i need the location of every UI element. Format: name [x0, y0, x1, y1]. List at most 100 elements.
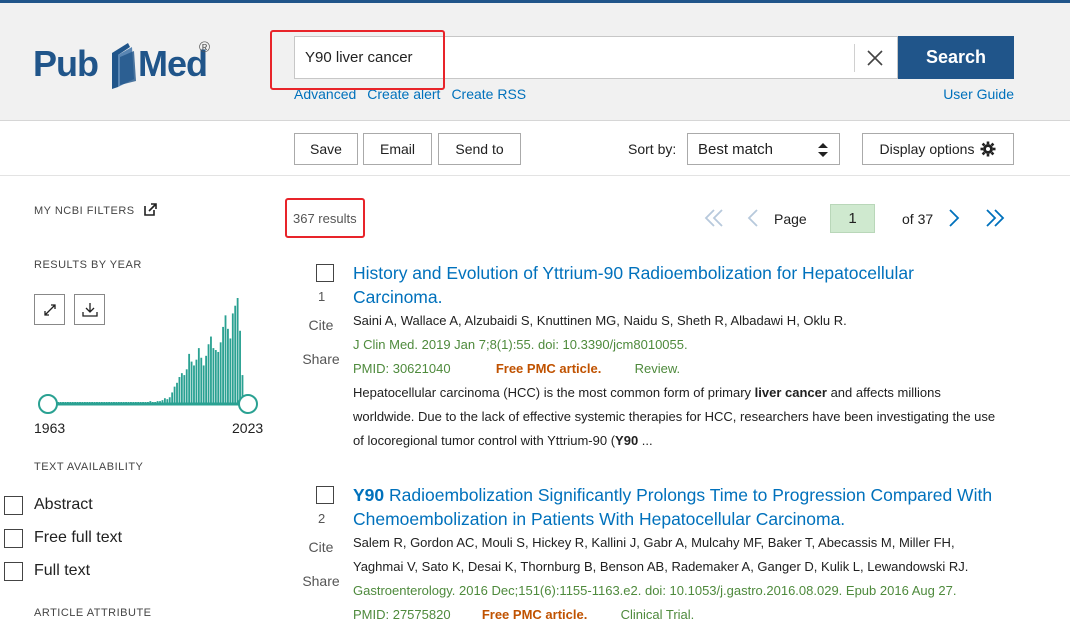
timeline-bar[interactable] — [212, 348, 215, 404]
send-to-button[interactable]: Send to — [438, 133, 521, 165]
timeline-bar[interactable] — [234, 305, 237, 404]
user-guide-link[interactable]: User Guide — [943, 86, 1014, 102]
timeline-bar[interactable] — [188, 353, 191, 404]
results-by-year-chart[interactable] — [34, 290, 264, 420]
timeline-bar[interactable] — [227, 328, 229, 404]
timeline-bar[interactable] — [229, 338, 232, 404]
timeline-start-handle[interactable] — [38, 394, 58, 414]
save-button[interactable]: Save — [294, 133, 358, 165]
article-type: Clinical Trial. — [620, 607, 695, 622]
timeline-bar[interactable] — [190, 361, 193, 404]
timeline-bar[interactable] — [171, 392, 174, 404]
result-title-link[interactable]: Y90 Radioembolization Significantly Prol… — [353, 483, 993, 531]
gear-icon — [980, 141, 996, 157]
display-options-label: Display options — [879, 141, 975, 157]
sort-arrows-icon — [818, 143, 828, 157]
timeline-bar[interactable] — [183, 375, 186, 404]
timeline-bar[interactable] — [224, 315, 227, 404]
result-authors: Salem R, Gordon AC, Mouli S, Hickey R, K… — [353, 535, 955, 550]
timeline-bar[interactable] — [195, 359, 198, 404]
search-button[interactable]: Search — [898, 36, 1014, 79]
filter-abstract[interactable]: Abstract — [4, 494, 93, 516]
timeline-bar[interactable] — [222, 326, 224, 404]
filter-full-text[interactable]: Full text — [4, 560, 90, 582]
checkbox[interactable] — [4, 495, 23, 515]
result-pmid: PMID: 30621040 — [353, 361, 451, 376]
result-checkbox[interactable] — [316, 264, 334, 282]
timeline-bar[interactable] — [202, 365, 205, 404]
highlight-box-results-count — [285, 198, 365, 238]
previous-page-icon[interactable] — [745, 207, 761, 229]
timeline-bar[interactable] — [236, 298, 239, 404]
timeline-bar[interactable] — [193, 365, 195, 404]
logo-book-icon — [112, 43, 136, 89]
last-page-icon[interactable] — [984, 207, 1006, 229]
header: Pub Med ® Search AdvancedCreate alertCre… — [0, 3, 1070, 121]
article-attribute-heading: ARTICLE ATTRIBUTE — [34, 607, 152, 619]
first-page-icon[interactable] — [703, 207, 725, 229]
timeline-bar[interactable] — [217, 351, 220, 404]
article-type: Review. — [634, 361, 681, 376]
timeline-bar[interactable] — [197, 348, 200, 404]
cite-button[interactable]: Cite — [296, 539, 346, 555]
timeline-bar[interactable] — [219, 342, 222, 404]
page-number-input[interactable]: 1 — [830, 204, 875, 233]
timeline-bar[interactable] — [214, 350, 217, 404]
checkbox[interactable] — [4, 561, 23, 581]
create-rss-link[interactable]: Create RSS — [451, 86, 526, 102]
pubmed-logo[interactable]: Pub Med ® — [33, 39, 223, 93]
sort-by-label: Sort by: — [628, 141, 677, 157]
filter-label: Full text — [34, 562, 91, 579]
result-snippet: Hepatocellular carcinoma (HCC) is the mo… — [353, 385, 996, 448]
title-text: History and Evolution of Yttrium-90 Radi… — [353, 263, 914, 307]
result-authors: Saini A, Wallace A, Alzubaidi S, Knuttin… — [353, 313, 847, 328]
result-number: 1 — [318, 289, 326, 304]
timeline-end-year: 2023 — [232, 420, 264, 436]
display-options-button[interactable]: Display options — [862, 133, 1014, 165]
search-divider — [854, 44, 855, 72]
free-pmc-badge: Free PMC article. — [481, 607, 588, 622]
total-pages-label: of 37 — [902, 211, 934, 227]
next-page-icon[interactable] — [946, 207, 962, 229]
timeline-bar[interactable] — [207, 344, 210, 404]
cite-button[interactable]: Cite — [296, 317, 346, 333]
timeline-bar[interactable] — [185, 369, 188, 404]
result-checkbox[interactable] — [316, 486, 334, 504]
timeline-start-year: 1963 — [34, 420, 66, 436]
my-ncbi-filters-heading[interactable]: MY NCBI FILTERS — [34, 205, 135, 217]
results-by-year-heading: RESULTS BY YEAR — [34, 259, 142, 271]
result-citation: Gastroenterology. 2016 Dec;151(6):1155-1… — [353, 583, 957, 598]
timeline-bar[interactable] — [173, 386, 176, 404]
timeline-bar[interactable] — [200, 357, 203, 404]
filter-label: Free full text — [34, 529, 123, 546]
sort-select[interactable]: Best match — [687, 133, 840, 165]
clear-search-button[interactable] — [861, 44, 889, 72]
timeline-bar[interactable] — [231, 313, 234, 404]
page-label: Page — [774, 211, 807, 227]
share-button[interactable]: Share — [296, 351, 346, 367]
email-button[interactable]: Email — [363, 133, 432, 165]
free-pmc-badge: Free PMC article. — [495, 361, 602, 376]
timeline-bar[interactable] — [176, 382, 178, 404]
result-pmid: PMID: 27575820 — [353, 607, 451, 622]
share-button[interactable]: Share — [296, 573, 346, 589]
result-citation: J Clin Med. 2019 Jan 7;8(1):55. doi: 10.… — [353, 337, 688, 352]
result-title-link[interactable]: History and Evolution of Yttrium-90 Radi… — [353, 261, 993, 309]
results-toolbar: Save Email Send to Sort by: Best match D… — [0, 122, 1070, 176]
title-text: Radioembolization Significantly Prolongs… — [353, 485, 993, 529]
filter-free-full-text[interactable]: Free full text — [4, 527, 122, 549]
checkbox[interactable] — [4, 528, 23, 548]
timeline-bar[interactable] — [210, 336, 212, 404]
timeline-bar[interactable] — [180, 373, 183, 404]
result-meta: PMID: 27575820 Free PMC article. Clinica… — [353, 603, 1013, 627]
close-icon — [867, 50, 883, 66]
result-number: 2 — [318, 511, 326, 526]
sort-select-value: Best match — [698, 140, 774, 158]
timeline-bar[interactable] — [205, 355, 208, 404]
timeline-end-handle[interactable] — [238, 394, 258, 414]
external-link-icon[interactable] — [144, 203, 157, 216]
timeline-bar[interactable] — [178, 377, 181, 404]
timeline-bar[interactable] — [239, 330, 241, 404]
result-meta: PMID: 30621040 Free PMC article. Review. — [353, 357, 1013, 381]
logo-pub-text: Pub — [33, 43, 99, 84]
